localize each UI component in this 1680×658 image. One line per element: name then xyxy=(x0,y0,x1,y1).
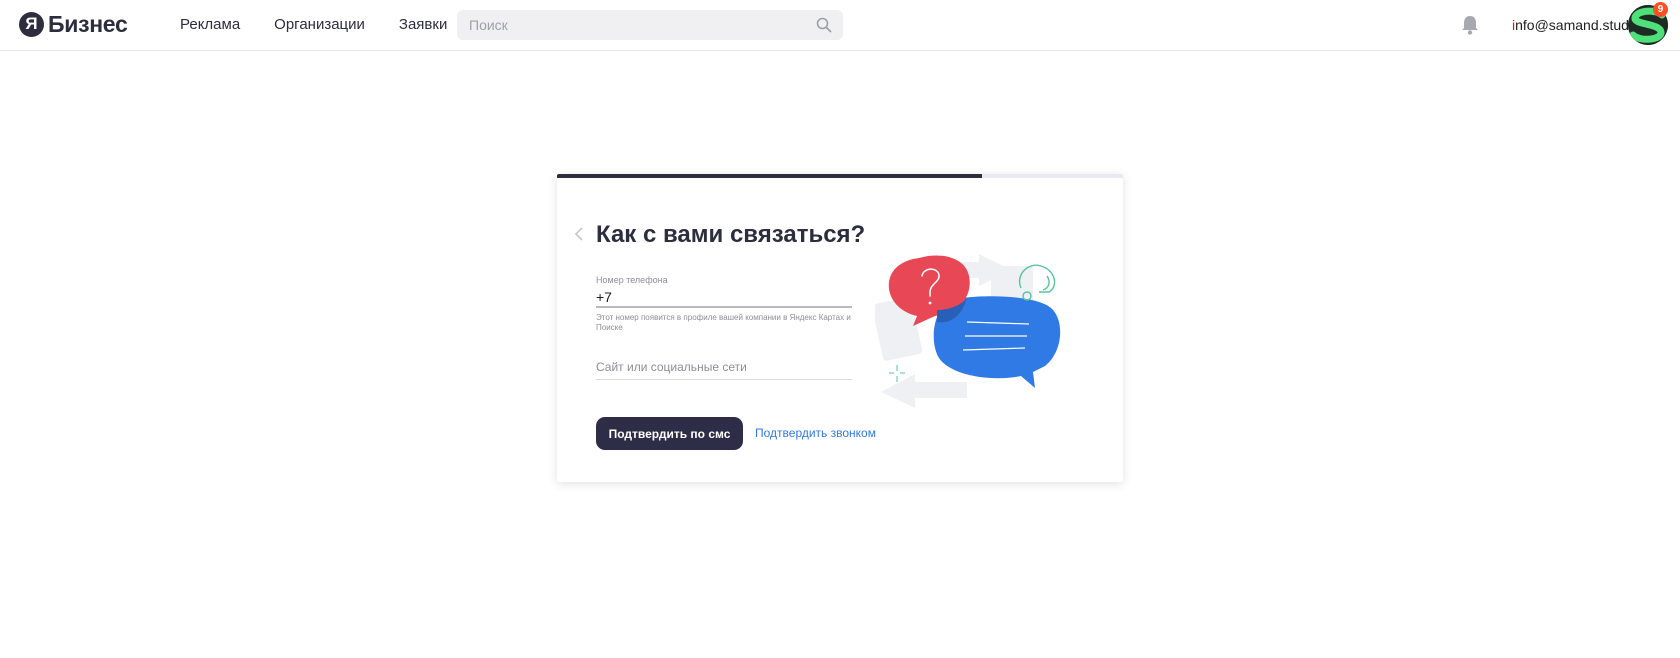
confirm-call-link[interactable]: Подтвердить звонком xyxy=(755,426,876,440)
website-field[interactable] xyxy=(596,354,852,380)
top-header: Я Бизнес Реклама Организации Заявки info… xyxy=(0,0,1680,51)
user-email[interactable]: info@samand.studio xyxy=(1512,17,1640,33)
chevron-left-icon[interactable] xyxy=(573,226,585,242)
nav-item-requests[interactable]: Заявки xyxy=(399,16,447,33)
phone-field-hint: Этот номер появится в профиле вашей комп… xyxy=(596,313,851,332)
notification-badge: 9 xyxy=(1653,2,1668,17)
nav-item-organizations[interactable]: Организации xyxy=(274,16,365,33)
phone-field-label: Номер телефона xyxy=(596,275,668,285)
progress-bar-fill xyxy=(557,174,982,178)
logo-text: Бизнес xyxy=(48,10,128,37)
yandex-logo-icon: Я xyxy=(19,11,44,37)
yandex-business-logo[interactable]: Я Бизнес xyxy=(19,10,128,37)
confirm-sms-button[interactable]: Подтвердить по смс xyxy=(596,417,743,450)
user-email-rest: nfo@samand.studio xyxy=(1515,17,1640,33)
chat-bubbles-illustration xyxy=(875,254,1061,408)
page-title: Как с вами связаться? xyxy=(596,221,866,248)
main-nav: Реклама Организации Заявки xyxy=(180,16,481,33)
nav-item-ads[interactable]: Реклама xyxy=(180,16,240,33)
search-box xyxy=(457,10,843,40)
search-icon[interactable] xyxy=(816,17,832,33)
search-input[interactable] xyxy=(457,10,843,40)
bell-icon[interactable] xyxy=(1460,14,1480,36)
progress-bar xyxy=(557,174,1123,178)
phone-field[interactable] xyxy=(596,288,852,308)
contact-step-card: Как с вами связаться? Номер телефона Это… xyxy=(557,174,1123,482)
